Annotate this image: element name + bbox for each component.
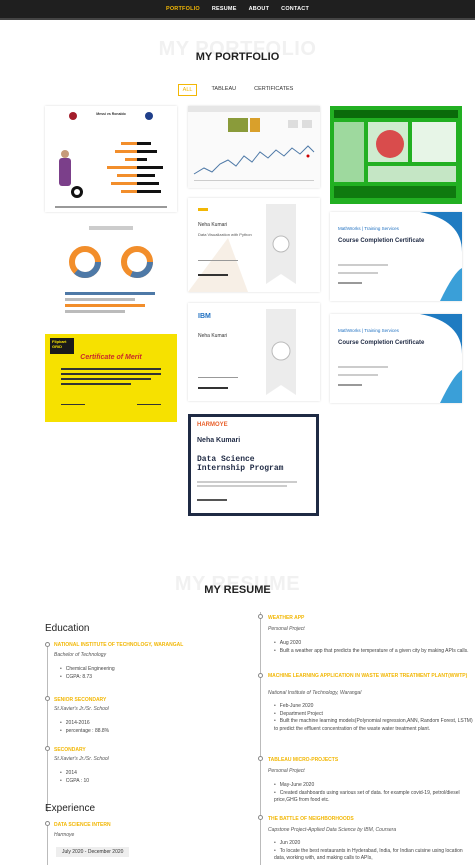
timeline-dot [45, 642, 50, 647]
ibm-certificate-art [188, 198, 320, 292]
nav-divider [0, 18, 475, 20]
portfolio-item-messi-ronaldo[interactable]: Messi vs Ronaldo [45, 106, 177, 212]
list-item: Built the machine learning models(Polyno… [274, 718, 474, 733]
mathworks-cert-title: Course Completion Certificate [338, 238, 425, 244]
proj-sub-neighborhoods: Capstone Project-Applied Data Science by… [268, 827, 397, 833]
mathworks-2-cert-title: Course Completion Certificate [338, 340, 425, 346]
nav-portfolio[interactable]: PORTFOLIO [166, 6, 200, 12]
proj-title-wwtp: MACHINE LEARNING APPLICATION IN WASTE WA… [268, 673, 468, 679]
proj-title-weather: WEATHER APP [268, 615, 305, 621]
merit-title: Certificate of Merit [80, 354, 142, 361]
portfolio-title: MY PORTFOLIO [195, 51, 280, 63]
edu-list-senior: 2014-2016 percentage : 88.8% [60, 720, 260, 735]
portfolio-item-dashboard-donuts[interactable] [45, 218, 177, 326]
list-item: To locate the best restaurants in Hydera… [274, 848, 474, 863]
portfolio-filters: ALL TABLEAU CERTIFICATES [0, 84, 475, 96]
proj-list-weather: Aug 2020 Built a weather app that predic… [274, 640, 474, 655]
mathworks-2-brand: MathWorks | Training Services [338, 328, 399, 333]
projects-timeline [260, 612, 261, 865]
edu-list-nit: Chemical Engineering CGPA: 8.73 [60, 666, 260, 681]
edu-list-secondary: 2014 CGPA : 10 [60, 770, 260, 785]
filter-all[interactable]: ALL [177, 84, 198, 96]
messi-ronaldo-chart: Messi vs Ronaldo [45, 106, 177, 212]
harmoye-cert-name: Neha Kumari [197, 437, 241, 444]
list-item: Chemical Engineering [60, 666, 260, 674]
exp-sub-harmoye: Harmoye [54, 832, 75, 838]
stock-dashboard [188, 106, 320, 188]
list-item: May-June 2020 [274, 782, 474, 790]
list-item: CGPA: 8.73 [60, 674, 260, 682]
edu-title-nit: NATIONAL INSTITUTE OF TECHNOLOGY, WARANG… [54, 642, 184, 648]
timeline-dot [45, 821, 50, 826]
top-navigation: PORTFOLIO RESUME ABOUT CONTACT [0, 0, 475, 18]
timeline-dot [258, 673, 263, 678]
proj-title-tableau: TABLEAU MICRO-PROJECTS [268, 757, 339, 763]
filter-tableau[interactable]: TABLEAU [207, 84, 240, 96]
portfolio-item-mathworks-certificate[interactable]: MathWorks | Training Services Course Com… [330, 212, 462, 301]
nav-about[interactable]: ABOUT [249, 6, 270, 12]
list-item: Feb-June 2020 [274, 703, 474, 711]
timeline-dot [258, 815, 263, 820]
portfolio-item-flipkart-merit[interactable]: Flipkart GRiD Certificate of Merit [45, 334, 177, 422]
list-item: Built a weather app that predicts the te… [274, 648, 474, 656]
nav-resume[interactable]: RESUME [212, 6, 237, 12]
ibm-cert-name: Neha Kumari [198, 222, 228, 228]
proj-list-neighborhoods: Jun 2020 To locate the best restaurants … [274, 840, 474, 863]
mathworks-brand: MathWorks | Training Services [338, 226, 399, 231]
edu-sub-senior: St.Xavier's Jr./Sr. School [54, 706, 109, 712]
messi-title-text: Messi vs Ronaldo [96, 112, 126, 116]
proj-sub-weather: Personal Project [268, 626, 305, 632]
education-heading: Education [45, 623, 90, 634]
edu-sub-nit: Bachelor of Technology [54, 652, 107, 658]
ibm-cert-course: Data Visualization with Python [198, 232, 252, 237]
edu-sub-secondary: St.Xavier's Jr./Sr. School [54, 756, 109, 762]
proj-sub-tableau: Personal Project [268, 768, 305, 774]
ibm2-cert-name: Neha Kumari [198, 333, 228, 339]
harmoye-program: Data Science Internship Program [197, 455, 284, 474]
experience-timeline [47, 822, 48, 865]
experience-heading: Experience [45, 803, 96, 814]
ibm-logo: IBM [198, 313, 211, 320]
portfolio-item-harmoye-certificate[interactable]: HARMOYE Neha Kumari Data Science Interns… [188, 414, 319, 516]
list-item: Aug 2020 [274, 640, 474, 648]
list-item: percentage : 88.8% [60, 728, 260, 736]
list-item: Jun 2020 [274, 840, 474, 848]
filter-certificates[interactable]: CERTIFICATES [250, 84, 297, 96]
list-item: CGPA : 10 [60, 778, 260, 786]
exp-date-pill: July 2020 - December 2020 [56, 847, 130, 857]
portfolio-item-ibm-certificate-2[interactable]: IBM Neha Kumari [188, 303, 320, 401]
portfolio-item-stock-dashboard[interactable] [188, 106, 320, 188]
harmoye-logo: HARMOYE [197, 422, 228, 428]
proj-list-tableau: May-June 2020 Created dashboards using v… [274, 782, 474, 805]
education-timeline [47, 642, 48, 812]
resume-title: MY RESUME [204, 584, 271, 596]
proj-list-wwtp: Feb-June 2020 Department Project Built t… [274, 703, 474, 733]
list-item: 2014-2016 [60, 720, 260, 728]
list-item: 2014 [60, 770, 260, 778]
flipkart-logo: Flipkart GRiD [50, 338, 74, 354]
timeline-dot [45, 696, 50, 701]
edu-title-secondary: SECONDARY [54, 747, 86, 753]
exp-title-harmoye: DATA SCIENCE INTERN [54, 822, 111, 828]
portfolio-item-mathworks-certificate-2[interactable]: MathWorks | Training Services Course Com… [330, 314, 462, 403]
timeline-dot [258, 614, 263, 619]
proj-title-neighborhoods: THE BATTLE OF NEIGHBORHOODS [268, 816, 354, 822]
timeline-dot [258, 756, 263, 761]
proj-sub-wwtp: National Institute of Technology, Warang… [268, 690, 362, 696]
green-dashboard [330, 106, 462, 204]
timeline-dot [45, 746, 50, 751]
portfolio-item-ibm-certificate[interactable]: Neha Kumari Data Visualization with Pyth… [188, 198, 320, 292]
list-item: Created dashboards using various set of … [274, 790, 474, 805]
nav-contact[interactable]: CONTACT [281, 6, 309, 12]
edu-title-senior: SENIOR SECONDARY [54, 697, 107, 703]
list-item: Department Project [274, 711, 474, 719]
portfolio-item-green-dashboard[interactable] [330, 106, 462, 204]
donut-dashboard [45, 218, 177, 326]
